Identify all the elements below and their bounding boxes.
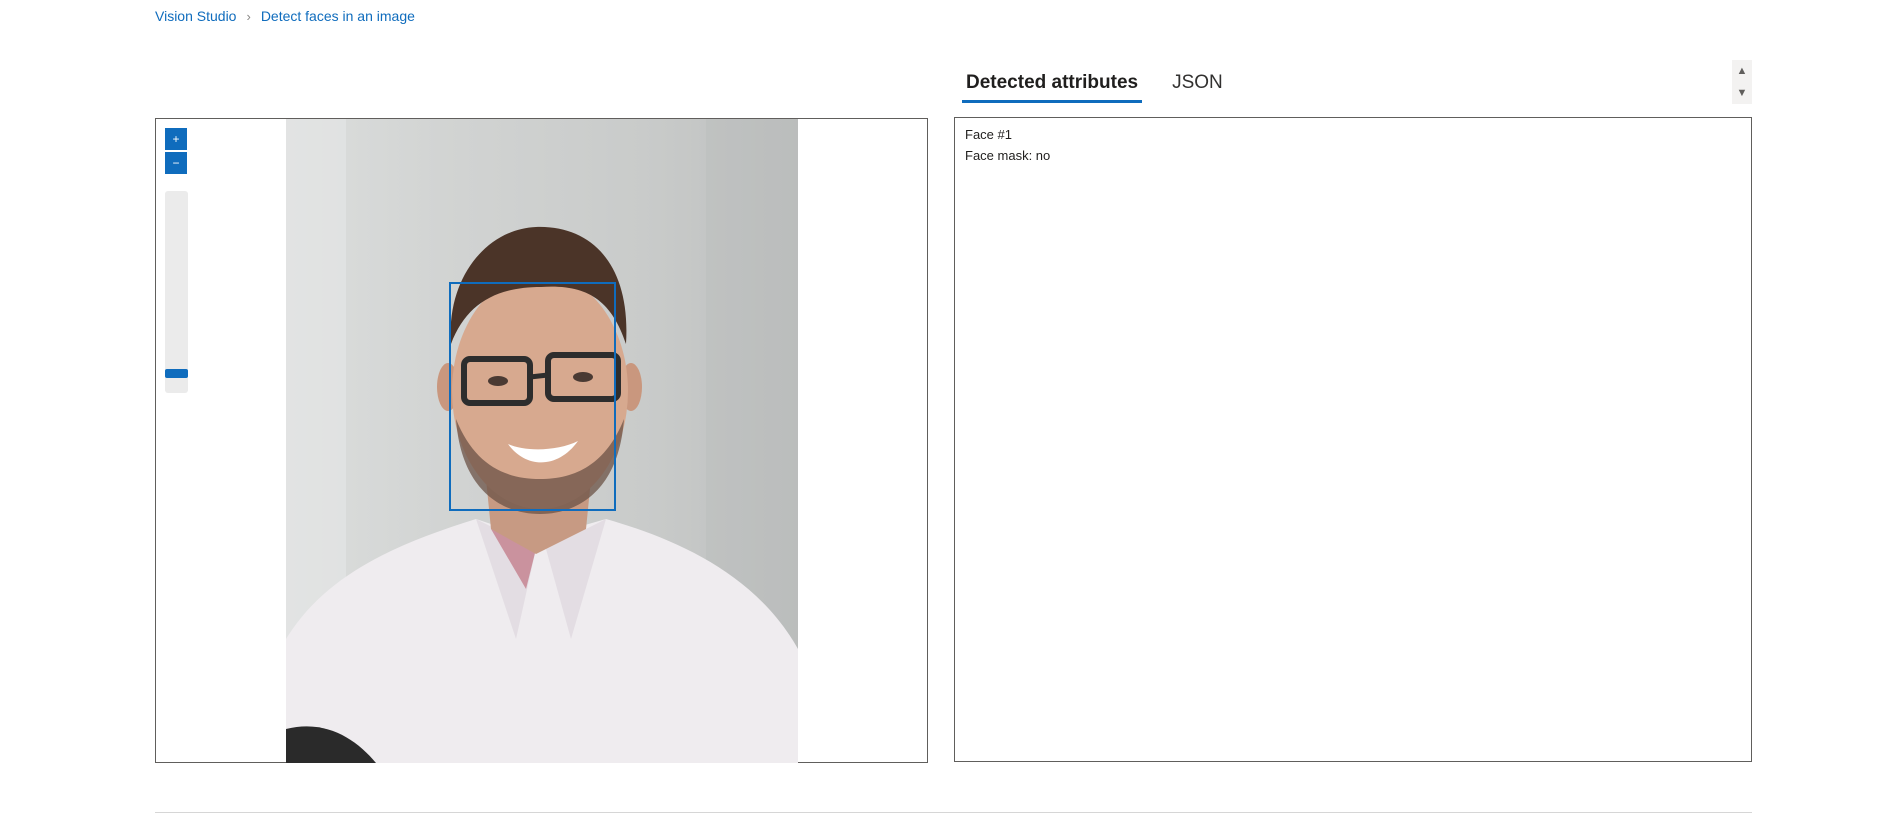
chevron-up-icon[interactable]: ▲ (1732, 60, 1752, 82)
footer-divider (155, 812, 1752, 813)
face-label: Face #1 (965, 127, 1012, 142)
zoom-in-button[interactable]: + (165, 128, 187, 150)
uploaded-photo (286, 119, 798, 763)
face-mask-attribute: Face mask: no (965, 148, 1051, 163)
tab-json[interactable]: JSON (1168, 72, 1227, 103)
chevron-down-icon[interactable]: ▼ (1732, 82, 1752, 104)
tab-detected-attributes[interactable]: Detected attributes (962, 72, 1143, 103)
page: Vision Studio › Detect faces in an image… (0, 0, 1896, 828)
detected-attributes-panel: Face #1 Face mask: no (954, 117, 1752, 762)
zoom-slider-thumb[interactable] (165, 368, 188, 378)
face-bounding-box[interactable] (449, 282, 616, 511)
result-tabs: Detected attributes JSON (962, 72, 1227, 103)
chevron-right-icon: › (246, 8, 251, 24)
zoom-controls: + − (165, 128, 188, 176)
scroll-spinner: ▲ ▼ (1732, 60, 1752, 104)
image-viewer: + − (155, 118, 928, 763)
breadcrumb-vision-studio[interactable]: Vision Studio (155, 8, 236, 24)
breadcrumb-detect-faces[interactable]: Detect faces in an image (261, 8, 415, 24)
zoom-out-button[interactable]: − (165, 152, 187, 174)
breadcrumb: Vision Studio › Detect faces in an image (155, 8, 415, 24)
zoom-slider[interactable] (165, 191, 188, 393)
